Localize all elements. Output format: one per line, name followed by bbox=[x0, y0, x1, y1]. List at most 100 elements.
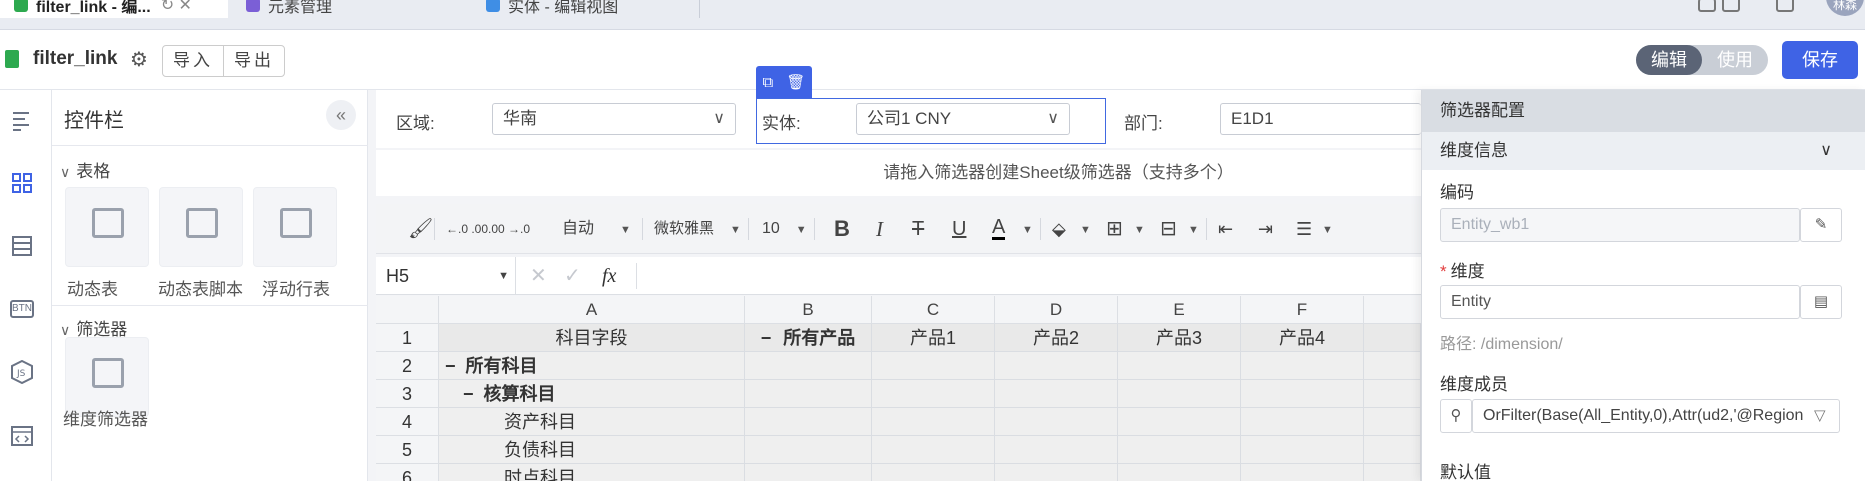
dimension-input[interactable]: Entity bbox=[1440, 285, 1800, 319]
cell-F5[interactable] bbox=[1241, 436, 1364, 464]
bell-icon[interactable] bbox=[1698, 0, 1716, 16]
bold-icon[interactable]: B bbox=[834, 216, 850, 242]
underline-icon[interactable]: U bbox=[952, 216, 966, 242]
filter-select-department[interactable]: E1D1 bbox=[1220, 103, 1421, 135]
cancel-icon[interactable]: ✕ bbox=[530, 257, 547, 295]
cell-A6[interactable]: 时点科目 bbox=[439, 464, 745, 481]
cell-C3[interactable] bbox=[872, 380, 995, 408]
cell-C5[interactable] bbox=[872, 436, 995, 464]
cell-D1[interactable]: 产品2 bbox=[995, 324, 1118, 352]
section-dimension-info[interactable]: 维度信息 ∨ bbox=[1422, 132, 1865, 170]
tab-element-management[interactable]: 元素管理 bbox=[240, 0, 450, 18]
strikethrough-icon[interactable]: T bbox=[912, 216, 924, 242]
save-button[interactable]: 保存 bbox=[1782, 41, 1858, 79]
cell-F3[interactable] bbox=[1241, 380, 1364, 408]
cell-C6[interactable] bbox=[872, 464, 995, 481]
cell-F2[interactable] bbox=[1241, 352, 1364, 380]
column-header[interactable] bbox=[1364, 296, 1421, 324]
borders-icon[interactable]: ⊞ bbox=[1106, 216, 1123, 242]
widgets-grid-icon[interactable] bbox=[10, 172, 34, 194]
members-input[interactable]: OrFilter(Base(All_Entity,0),Attr(ud2,'@R… bbox=[1472, 399, 1840, 433]
edit-icon[interactable]: ✎ bbox=[1800, 208, 1842, 242]
button-icon[interactable]: BTN bbox=[10, 300, 34, 318]
cell-D3[interactable] bbox=[995, 380, 1118, 408]
align-left-icon[interactable]: ☰ bbox=[1296, 216, 1312, 242]
row-header[interactable]: 2 bbox=[376, 352, 439, 380]
tab-close-icon[interactable]: ↻ ✕ bbox=[161, 0, 192, 15]
cell-reference-box[interactable]: H5 ▼ bbox=[376, 257, 516, 295]
merge-cells-icon[interactable]: ⊟ bbox=[1160, 216, 1177, 242]
cell-E6[interactable] bbox=[1118, 464, 1241, 481]
cell-F6[interactable] bbox=[1241, 464, 1364, 481]
format-painter-icon[interactable]: 🖌 bbox=[408, 216, 433, 242]
collapse-toggle[interactable]: − bbox=[761, 328, 772, 348]
document-icon[interactable] bbox=[1722, 0, 1740, 16]
collapse-toggle[interactable]: − bbox=[463, 384, 474, 404]
inbox-icon[interactable] bbox=[1776, 0, 1794, 16]
column-header[interactable]: A bbox=[439, 296, 745, 324]
cell-A3[interactable]: − 核算科目 bbox=[439, 380, 745, 408]
column-header[interactable]: B bbox=[745, 296, 872, 324]
corner-cell[interactable] bbox=[376, 296, 439, 324]
mode-edit[interactable]: 编辑 bbox=[1636, 45, 1702, 75]
caret-down-icon[interactable]: ▼ bbox=[1182, 216, 1199, 242]
caret-down-icon[interactable]: ▼ bbox=[1016, 216, 1033, 242]
section-table[interactable]: ∨ 表格 bbox=[60, 157, 110, 182]
cell-B6[interactable] bbox=[745, 464, 872, 481]
cell-G3[interactable] bbox=[1364, 380, 1421, 408]
increase-decimal-icon[interactable]: ←.0 .00 bbox=[446, 216, 488, 242]
cell-G5[interactable] bbox=[1364, 436, 1421, 464]
cell-G2[interactable] bbox=[1364, 352, 1421, 380]
font-size-select[interactable]: 10 ▼ bbox=[762, 216, 807, 242]
cell-A2[interactable]: − 所有科目 bbox=[439, 352, 745, 380]
cell-C4[interactable] bbox=[872, 408, 995, 436]
cell-A5[interactable]: 负债科目 bbox=[439, 436, 745, 464]
pin-icon[interactable]: ⚲ bbox=[1440, 399, 1472, 433]
filter-icon[interactable]: ▽ bbox=[1814, 406, 1826, 424]
cell-B2[interactable] bbox=[745, 352, 872, 380]
cell-C2[interactable] bbox=[872, 352, 995, 380]
column-header[interactable]: F bbox=[1241, 296, 1364, 324]
widget-dynamic-table[interactable] bbox=[65, 187, 149, 267]
widget-float-row-table[interactable] bbox=[253, 187, 337, 267]
import-button[interactable]: 导入 bbox=[163, 46, 223, 76]
cell-E5[interactable] bbox=[1118, 436, 1241, 464]
code-icon[interactable] bbox=[10, 425, 34, 447]
cell-B3[interactable] bbox=[745, 380, 872, 408]
delete-icon[interactable]: 🗑 bbox=[786, 73, 805, 91]
cell-E4[interactable] bbox=[1118, 408, 1241, 436]
row-header[interactable]: 4 bbox=[376, 408, 439, 436]
row-header[interactable]: 1 bbox=[376, 324, 439, 352]
row-header[interactable]: 3 bbox=[376, 380, 439, 408]
cell-G6[interactable] bbox=[1364, 464, 1421, 481]
cell-C1[interactable]: 产品1 bbox=[872, 324, 995, 352]
cell-B5[interactable] bbox=[745, 436, 872, 464]
font-family-select[interactable]: 微软雅黑 ▼ bbox=[654, 216, 741, 242]
row-header[interactable]: 6 bbox=[376, 464, 439, 481]
cell-A1[interactable]: 科目字段 bbox=[439, 324, 745, 352]
javascript-icon[interactable]: JS bbox=[10, 359, 34, 385]
caret-down-icon[interactable]: ▼ bbox=[1316, 216, 1333, 242]
tab-entity-edit-view[interactable]: 实体 - 编辑视图 bbox=[480, 0, 700, 18]
dimension-picker-icon[interactable]: ▤ bbox=[1800, 285, 1842, 319]
export-button[interactable]: 导出 bbox=[223, 46, 284, 76]
column-header[interactable]: D bbox=[995, 296, 1118, 324]
cell-E3[interactable] bbox=[1118, 380, 1241, 408]
cell-D2[interactable] bbox=[995, 352, 1118, 380]
cell-F4[interactable] bbox=[1241, 408, 1364, 436]
function-icon[interactable]: fx bbox=[602, 257, 616, 295]
avatar[interactable]: 林森 bbox=[1826, 0, 1864, 16]
cell-E1[interactable]: 产品3 bbox=[1118, 324, 1241, 352]
gear-icon[interactable]: ⚙ bbox=[130, 47, 148, 72]
caret-down-icon[interactable]: ▼ bbox=[1128, 216, 1145, 242]
cell-B4[interactable] bbox=[745, 408, 872, 436]
row-header[interactable]: 5 bbox=[376, 436, 439, 464]
cell-G1[interactable] bbox=[1364, 324, 1421, 352]
increase-indent-icon[interactable]: ⇥ bbox=[1258, 216, 1273, 242]
outline-icon[interactable] bbox=[10, 110, 34, 132]
collapse-toggle[interactable]: − bbox=[445, 356, 456, 376]
spreadsheet-grid[interactable]: A B C D E F 1 2 3 4 5 6 科目字段 − 所有产品 产品1 产… bbox=[376, 296, 1421, 481]
cell-D5[interactable] bbox=[995, 436, 1118, 464]
number-format-select[interactable]: 自动 ▼ bbox=[562, 216, 631, 242]
mode-use[interactable]: 使用 bbox=[1702, 45, 1768, 75]
